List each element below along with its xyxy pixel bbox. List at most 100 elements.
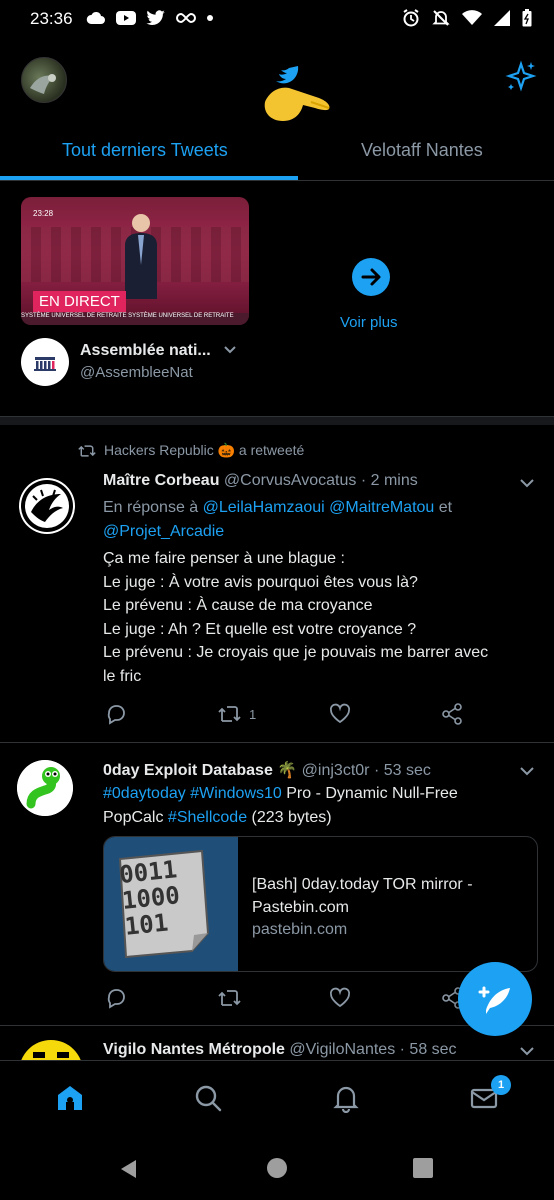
battery-icon bbox=[522, 9, 532, 27]
arrow-right-icon bbox=[361, 268, 381, 286]
back-triangle-icon bbox=[121, 1160, 136, 1178]
mention-link[interactable]: @Projet_Arcadie bbox=[103, 523, 224, 540]
share-icon bbox=[442, 703, 462, 725]
bottom-navigation bbox=[0, 1060, 554, 1137]
reply-icon bbox=[107, 705, 125, 725]
tweet-author-handle[interactable]: @CorvusAvocatus bbox=[224, 472, 356, 489]
compose-feather-icon bbox=[478, 986, 510, 1014]
like-button[interactable] bbox=[329, 987, 351, 1009]
tab-velotaff-nantes[interactable]: Velotaff Nantes bbox=[361, 140, 483, 161]
like-button[interactable] bbox=[329, 703, 351, 725]
mention-link[interactable]: @LeilaHamzaoui bbox=[203, 499, 325, 516]
live-video-thumbnail[interactable]: 23:28 EN DIRECT SYSTÈME UNIVERSEL DE RET… bbox=[21, 197, 249, 325]
tweet-avatar[interactable] bbox=[19, 1040, 83, 1060]
tweet-time: · 53 sec bbox=[373, 762, 431, 779]
video-caption: SYSTÈME UNIVERSEL DE RETRAITE SYSTÈME UN… bbox=[21, 313, 249, 325]
link-card-title: [Bash] 0day.today TOR mirror - Pastebin.… bbox=[252, 876, 473, 916]
tweet-body: #0daytoday #Windows10 Pro - Dynamic Null… bbox=[103, 782, 533, 829]
tweet-body: Ça me faire penser à une blague : Le jug… bbox=[103, 547, 543, 688]
reply-and: et bbox=[434, 499, 453, 516]
system-navigation-bar bbox=[0, 1138, 554, 1200]
home-circle-icon bbox=[267, 1158, 287, 1178]
tweet-avatar[interactable] bbox=[19, 478, 75, 534]
reply-icon bbox=[107, 989, 125, 1009]
reply-context: En réponse à @LeilaHamzaoui @MaitreMatou… bbox=[103, 496, 523, 543]
reply-prefix: En réponse à bbox=[103, 499, 203, 516]
tweet-text: Pro - Dynamic Null-Free bbox=[281, 785, 458, 802]
retweet-context[interactable]: Hackers Republic 🎃 a retweeté bbox=[78, 442, 304, 459]
retweet-context-text: Hackers Republic 🎃 a retweeté bbox=[104, 442, 305, 458]
bell-icon bbox=[333, 1086, 359, 1114]
assemblee-nationale-logo[interactable] bbox=[21, 338, 69, 386]
video-timestamp: 23:28 bbox=[33, 209, 54, 218]
reply-button[interactable] bbox=[105, 703, 127, 725]
link-preview-card[interactable]: 0011 1000 101 [Bash] 0day.today TOR mirr… bbox=[103, 836, 538, 972]
live-badge: EN DIRECT bbox=[33, 291, 126, 312]
messages-badge: 1 bbox=[491, 1075, 511, 1095]
tweet-line: le fric bbox=[103, 667, 142, 685]
reply-button[interactable] bbox=[105, 987, 127, 1009]
tweet-line: Ça me faire penser à une blague : bbox=[103, 550, 345, 567]
tweet-avatar[interactable] bbox=[17, 760, 73, 816]
timeline-tabs: Tout derniers Tweets Velotaff Nantes bbox=[0, 130, 554, 181]
speaker-figure bbox=[125, 214, 157, 299]
retweet-icon bbox=[218, 990, 241, 1006]
tweet-author-handle[interactable]: @VigiloNantes bbox=[289, 1041, 395, 1058]
tweet-line: Le prévenu : À cause de ma croyance bbox=[103, 597, 373, 614]
tweet-text: PopCalc bbox=[103, 808, 168, 826]
mention-link[interactable]: @MaitreMatou bbox=[329, 499, 434, 516]
see-more-button[interactable] bbox=[352, 258, 390, 296]
sparkle-icon[interactable] bbox=[504, 60, 538, 99]
profile-avatar[interactable] bbox=[21, 57, 67, 103]
account-name[interactable]: Assemblée nati... bbox=[80, 342, 211, 360]
status-notification-icons bbox=[86, 10, 214, 26]
avatar-image bbox=[30, 74, 56, 94]
home-icon bbox=[58, 1086, 82, 1110]
nav-notifications[interactable] bbox=[331, 1083, 361, 1118]
home-button[interactable] bbox=[266, 1157, 288, 1184]
youtube-icon bbox=[116, 11, 136, 25]
retweet-button[interactable] bbox=[217, 987, 241, 1009]
tweet-divider bbox=[0, 742, 554, 743]
tweet-author-name[interactable]: 0day Exploit Database 🌴 bbox=[103, 762, 297, 779]
tweet-header: Maître Corbeau @CorvusAvocatus · 2 mins bbox=[103, 472, 418, 490]
nav-search[interactable] bbox=[193, 1083, 223, 1118]
share-button[interactable] bbox=[441, 703, 463, 725]
alarm-icon bbox=[403, 9, 419, 27]
tweet-author-name[interactable]: Maître Corbeau bbox=[103, 472, 219, 489]
tweet-line: Le juge : À votre avis pourquoi êtes vou… bbox=[103, 573, 418, 591]
hashtag-link[interactable]: #Windows10 bbox=[190, 785, 282, 802]
status-system-icons bbox=[402, 9, 532, 27]
status-bar: 23:36 bbox=[0, 0, 554, 40]
tweet-author-name[interactable]: Vigilo Nantes Métropole bbox=[103, 1041, 285, 1058]
heart-icon bbox=[329, 987, 351, 1008]
infinity-icon bbox=[176, 12, 196, 24]
tab-latest-tweets[interactable]: Tout derniers Tweets bbox=[62, 140, 228, 161]
nav-home[interactable] bbox=[55, 1083, 85, 1118]
account-handle[interactable]: @AssembleeNat bbox=[80, 364, 193, 381]
tweet-text: (223 bytes) bbox=[247, 808, 332, 826]
link-card-image: 0011 1000 101 bbox=[104, 837, 238, 971]
tweet-header: 0day Exploit Database 🌴 @inj3ct0r · 53 s… bbox=[103, 760, 431, 780]
signal-icon bbox=[494, 10, 510, 26]
tweet-line: Le juge : Ah ? Et quelle est votre croya… bbox=[103, 620, 417, 638]
tweet-time: · 2 mins bbox=[360, 472, 418, 489]
hashtag-link[interactable]: #Shellcode bbox=[168, 809, 247, 826]
active-tab-indicator bbox=[0, 176, 298, 180]
tweet-author-handle[interactable]: @inj3ct0r bbox=[302, 762, 370, 779]
wifi-icon bbox=[462, 10, 482, 25]
chevron-down-icon[interactable] bbox=[222, 342, 238, 363]
hashtag-link[interactable]: #0daytoday bbox=[103, 785, 186, 802]
section-divider bbox=[0, 416, 554, 425]
retweet-button[interactable]: 1 bbox=[217, 703, 256, 725]
see-more-label[interactable]: Voir plus bbox=[340, 314, 398, 331]
retweet-icon bbox=[78, 444, 96, 457]
search-icon bbox=[195, 1085, 222, 1112]
status-time: 23:36 bbox=[30, 9, 73, 28]
tweet-menu-chevron-icon[interactable] bbox=[518, 474, 536, 497]
recents-button[interactable] bbox=[413, 1158, 433, 1183]
back-button[interactable] bbox=[118, 1158, 140, 1185]
retweet-count: 1 bbox=[249, 706, 257, 722]
retweet-icon bbox=[218, 706, 241, 722]
compose-tweet-button[interactable] bbox=[458, 962, 532, 1036]
